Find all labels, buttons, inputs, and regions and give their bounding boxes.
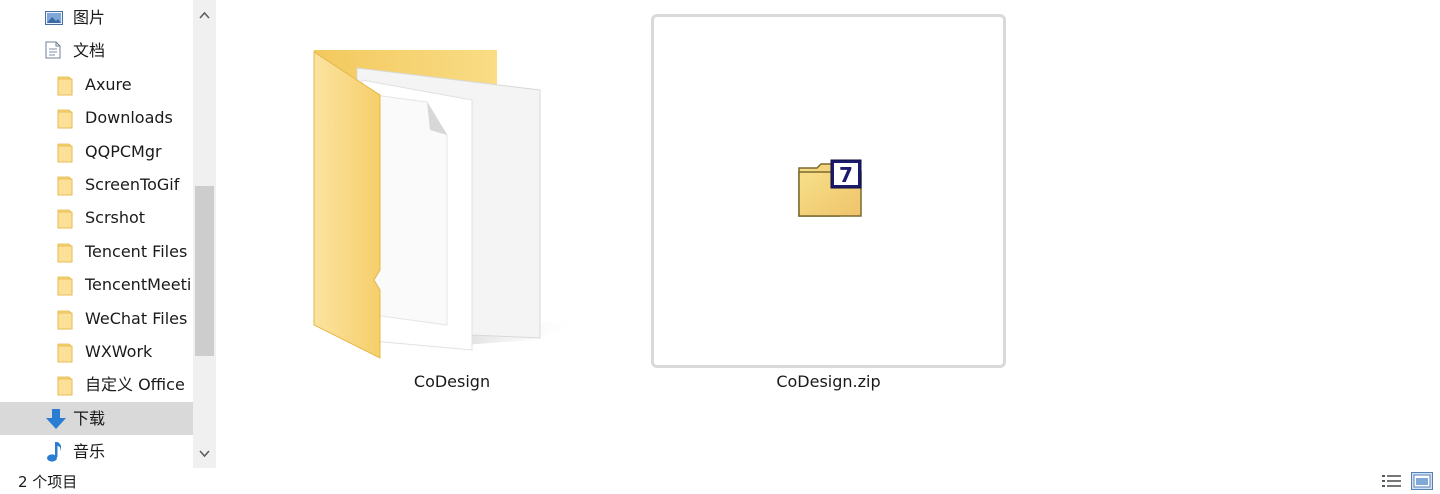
nav-item-label: TencentMeeti: [85, 275, 192, 295]
file-name[interactable]: CoDesign: [302, 372, 602, 392]
folder-icon: [57, 274, 75, 300]
nav-item-label: 文档: [73, 41, 106, 61]
documents-icon: [45, 41, 61, 63]
nav-item[interactable]: ScreenToGif: [0, 168, 193, 201]
nav-item-label: Tencent Files: [85, 241, 188, 261]
nav-item[interactable]: QQPCMgr: [0, 135, 193, 168]
file-item-zip[interactable]: 7: [651, 14, 1006, 368]
status-bar: 2 个项目: [0, 468, 1440, 494]
nav-item-label: 音乐: [73, 442, 106, 462]
nav-scrollbar[interactable]: [193, 0, 216, 468]
download-arrow-icon: [45, 408, 67, 434]
nav-item-label: ScreenToGif: [85, 175, 180, 194]
navigation-pane: 图片文档 Axure Downloads QQPCMgr ScreenToGif Scrs…: [0, 0, 216, 468]
nav-item-label: Downloads: [85, 108, 173, 128]
nav-item[interactable]: 音乐: [0, 435, 193, 468]
details-view-icon: [1382, 475, 1401, 487]
chevron-down-icon: [199, 450, 210, 458]
folder-icon: [57, 374, 75, 400]
nav-item-label: Scrshot: [85, 208, 146, 228]
nav-item[interactable]: WXWork: [0, 335, 193, 368]
folder-icon: [57, 174, 75, 200]
nav-item[interactable]: TencentMeeti: [0, 268, 193, 301]
nav-item[interactable]: Axure: [0, 68, 193, 101]
nav-item[interactable]: Downloads: [0, 101, 193, 134]
chevron-up-icon: [199, 11, 210, 19]
folder-icon: [57, 308, 75, 334]
7zip-archive-icon: 7: [798, 159, 862, 217]
scroll-down-button[interactable]: [193, 438, 216, 468]
music-note-icon: [45, 441, 63, 467]
nav-item-label: WXWork: [85, 342, 153, 361]
nav-item-label: 自定义 Office: [85, 375, 185, 395]
nav-item[interactable]: 自定义 Office: [0, 368, 193, 401]
file-view: CoDesign 7 CoDesign.zip: [216, 0, 1440, 468]
nav-item[interactable]: 下载: [0, 401, 193, 435]
nav-item-label: QQPCMgr: [85, 141, 162, 161]
nav-item-label: 图片: [73, 8, 106, 27]
folder-icon: [57, 241, 75, 267]
item-count: 2 个项目: [18, 473, 78, 491]
large-folder-icon: [313, 50, 582, 359]
folder-icon: [57, 74, 75, 100]
nav-item[interactable]: Scrshot: [0, 201, 193, 234]
folder-icon: [57, 341, 75, 367]
nav-item-label: 下载: [73, 408, 106, 428]
folder-icon: [57, 141, 75, 167]
nav-item[interactable]: 文档: [0, 34, 193, 67]
nav-item-label: WeChat Files: [85, 308, 188, 328]
details-view-button[interactable]: [1381, 473, 1403, 489]
nav-item-label: Axure: [85, 74, 132, 94]
scroll-thumb[interactable]: [195, 186, 214, 356]
file-item-folder[interactable]: CoDesign: [302, 40, 602, 400]
svg-text:7: 7: [839, 163, 853, 187]
large-icons-view-button[interactable]: [1411, 472, 1433, 490]
pictures-icon: [45, 10, 63, 30]
folder-icon: [57, 207, 75, 233]
folder-icon: [57, 107, 75, 133]
nav-item[interactable]: WeChat Files: [0, 302, 193, 335]
nav-item[interactable]: Tencent Files: [0, 235, 193, 268]
large-icons-view-icon: [1413, 474, 1431, 488]
scroll-up-button[interactable]: [193, 0, 216, 33]
file-name[interactable]: CoDesign.zip: [651, 372, 1006, 392]
nav-item[interactable]: 图片: [0, 1, 193, 34]
